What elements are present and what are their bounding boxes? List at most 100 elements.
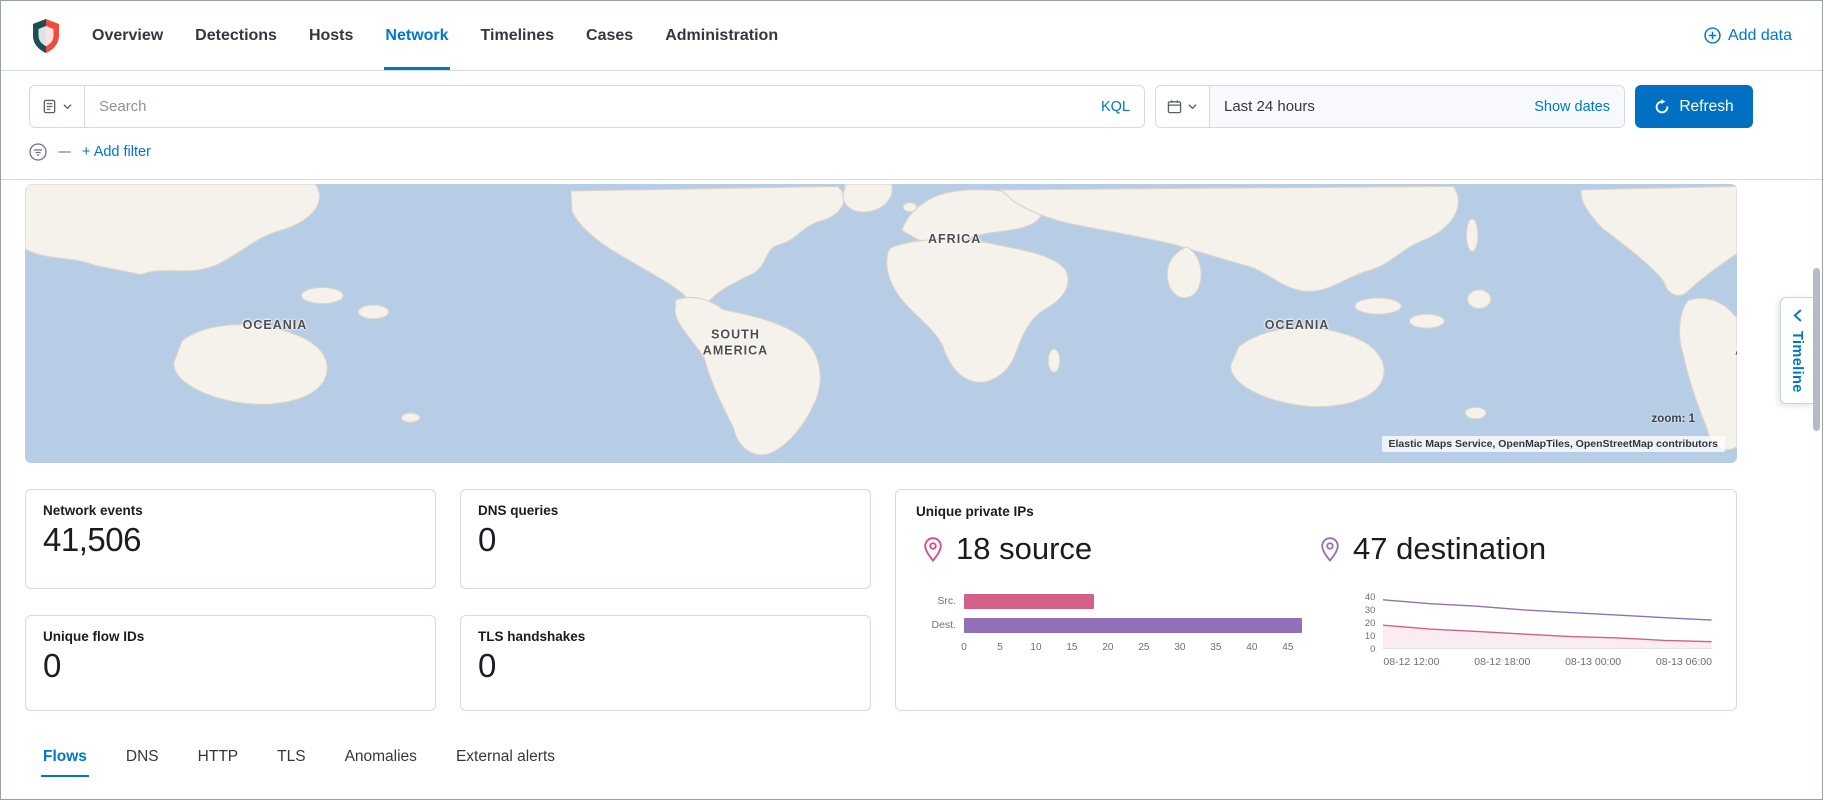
card-title: DNS queries [478, 503, 853, 518]
filter-row: + Add filter [29, 141, 1753, 163]
destination-pin-icon [1319, 536, 1341, 563]
query-language-button[interactable]: KQL [1101, 99, 1130, 115]
ip-line-yaxis: 403020100 [1351, 591, 1377, 649]
filter-divider [58, 151, 71, 153]
plus-in-circle-icon [1704, 27, 1721, 44]
ip-line-xaxis-tick: 08-13 00:00 [1565, 656, 1621, 668]
ip-bar-axis-tick: 5 [997, 642, 1003, 653]
add-data-label: Add data [1728, 27, 1792, 45]
ip-bar [964, 594, 1094, 609]
card-title: Network events [43, 503, 418, 518]
card-title: TLS handshakes [478, 629, 853, 644]
refresh-button[interactable]: Refresh [1635, 85, 1753, 128]
ip-line-xaxis: 08-12 12:00 08-12 18:00 08-13 00:00 08-13 0… [1383, 656, 1712, 668]
source-ips-value: 18 [956, 531, 990, 566]
tab-http[interactable]: HTTP [196, 744, 240, 777]
tab-anomalies[interactable]: Anomalies [343, 744, 419, 777]
ip-line-xaxis-tick: 08-12 18:00 [1474, 656, 1530, 668]
filter-icon[interactable] [29, 143, 47, 161]
nav-item-overview[interactable]: Overview [91, 1, 164, 70]
time-range-label: Last 24 hours [1224, 98, 1315, 115]
unique-ips-line-chart: 40 30 20 10 0 08-12 12:00 08-12 18:00 08-13 00… [1351, 591, 1712, 668]
map-zoom-level: zoom: 1 [1652, 413, 1695, 425]
ip-bar-categories: Src.Dest. [920, 591, 956, 668]
ip-line-yaxis-tick: 10 [1365, 631, 1376, 642]
map-attribution: Elastic Maps Service, OpenMapTiles, Open… [1382, 436, 1725, 452]
ip-bar-axis-tick: 0 [961, 642, 967, 653]
nav-item-detections[interactable]: Detections [194, 1, 278, 70]
query-bar-section: KQL Last 24 hours Show dates [1, 71, 1822, 180]
unique-ips-bar-chart: Src.Dest. 051015202530354045 [920, 591, 1309, 668]
network-page: OCEANIA SOUTH AMERICA AFRICA OCEANIA SOUTH A… [1, 180, 1822, 777]
network-events-value: 41,506 [43, 521, 418, 559]
destination-ips-stat: 47 destination [1319, 531, 1716, 567]
nav-item-timelines[interactable]: Timelines [480, 1, 556, 70]
card-title: Unique private IPs [916, 504, 1716, 519]
map-region-label: AFRICA [928, 232, 981, 248]
chevron-left-icon [1792, 309, 1803, 322]
ip-bar-axis-tick: 45 [1282, 642, 1293, 653]
tab-flows[interactable]: Flows [41, 744, 89, 777]
nav-item-administration[interactable]: Administration [664, 1, 779, 70]
ip-line-yaxis-tick: 0 [1370, 644, 1375, 655]
ip-line-yaxis-tick: 20 [1365, 618, 1376, 629]
calendar-icon [1167, 99, 1182, 114]
tls-handshakes-value: 0 [478, 647, 853, 685]
timeline-toggle-button[interactable]: Timeline [1780, 297, 1813, 404]
map-region-label: OCEANIA [1265, 318, 1330, 334]
scrollbar-thumb[interactable] [1813, 268, 1820, 431]
ip-line-plot [1383, 591, 1712, 649]
network-map[interactable]: OCEANIA SOUTH AMERICA AFRICA OCEANIA SOUTH A… [25, 184, 1737, 463]
top-navigation: Overview Detections Hosts Network Timeli… [1, 1, 1822, 71]
ip-bar-axis-tick: 10 [1030, 642, 1041, 653]
unique-flow-ids-card: Unique flow IDs 0 [25, 615, 436, 711]
ip-bar-axis: 051015202530354045 [964, 642, 1309, 656]
search-box: KQL [85, 85, 1145, 128]
map-region-label: OCEANIA [243, 318, 308, 334]
security-logo[interactable] [31, 18, 61, 54]
ip-bar-axis-tick: 25 [1138, 642, 1149, 653]
chevron-down-icon [1187, 101, 1198, 112]
nav-item-network[interactable]: Network [384, 1, 449, 70]
search-input[interactable] [99, 98, 1091, 115]
show-dates-button[interactable]: Show dates [1534, 99, 1610, 115]
tab-external-alerts[interactable]: External alerts [454, 744, 557, 777]
date-range-display[interactable]: Last 24 hours Show dates [1210, 86, 1624, 127]
unique-flow-ids-value: 0 [43, 647, 418, 685]
ip-line-yaxis-tick: 40 [1365, 592, 1376, 603]
chevron-down-icon [62, 101, 73, 112]
source-ips-label: source [999, 531, 1092, 566]
dns-queries-card: DNS queries 0 [460, 489, 871, 589]
ip-line-xaxis-tick: 08-13 06:00 [1656, 656, 1712, 668]
nav-item-hosts[interactable]: Hosts [308, 1, 354, 70]
ip-bar-axis-tick: 15 [1066, 642, 1077, 653]
add-filter-button[interactable]: + Add filter [82, 144, 151, 160]
ip-line-svg [1383, 591, 1712, 648]
destination-ips-label: destination [1396, 531, 1546, 566]
tab-tls[interactable]: TLS [275, 744, 307, 777]
map-region-label: SOUTH AMERICA [693, 327, 777, 358]
ip-bar-axis-tick: 30 [1174, 642, 1185, 653]
kpi-cards: Network events 41,506 DNS queries 0 Uniq… [25, 489, 1737, 711]
dns-queries-value: 0 [478, 521, 853, 559]
refresh-label: Refresh [1679, 98, 1733, 116]
ip-bar [964, 618, 1302, 633]
add-data-button[interactable]: Add data [1704, 27, 1792, 45]
ip-bar-category-label: Src. [920, 594, 956, 609]
ip-bar-axis-tick: 35 [1210, 642, 1221, 653]
nav-item-cases[interactable]: Cases [585, 1, 634, 70]
map-region-label: SOUTH AMERICA [1735, 327, 1737, 358]
timeline-label: Timeline [1789, 331, 1805, 393]
saved-query-icon [42, 99, 57, 114]
date-picker: Last 24 hours Show dates [1155, 85, 1625, 128]
ip-line-yaxis-tick: 30 [1365, 605, 1376, 616]
main-nav: Overview Detections Hosts Network Timeli… [91, 1, 779, 70]
date-quick-menu-button[interactable] [1156, 86, 1210, 127]
ip-line-xaxis-tick: 08-12 12:00 [1383, 656, 1439, 668]
network-tabs: Flows DNS HTTP TLS Anomalies External al… [25, 744, 1737, 777]
tab-dns[interactable]: DNS [124, 744, 161, 777]
saved-query-menu-button[interactable] [29, 85, 85, 128]
security-shield-icon [31, 18, 61, 54]
card-title: Unique flow IDs [43, 629, 418, 644]
source-pin-icon [922, 536, 944, 563]
